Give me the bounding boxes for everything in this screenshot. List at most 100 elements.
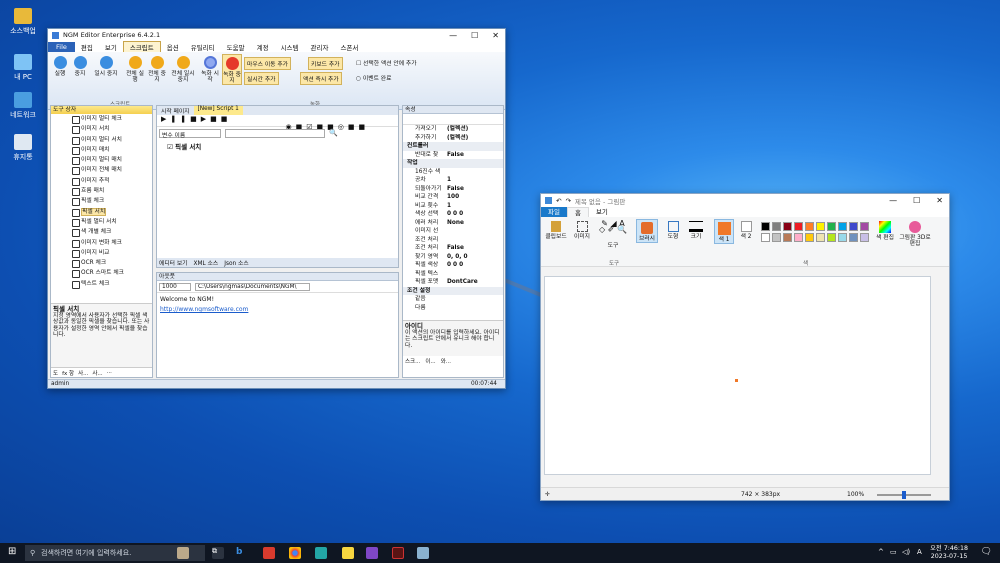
property-category[interactable]: 컨트롤러 xyxy=(403,142,503,151)
ngm-editor-taskbar-icon[interactable] xyxy=(392,547,404,559)
properties-tab[interactable]: 와... xyxy=(441,357,451,365)
task-view-icon[interactable]: ⧉ xyxy=(212,547,224,559)
menu-account[interactable]: 계정 xyxy=(251,42,275,52)
toolbox-tab[interactable]: 사... xyxy=(92,369,102,377)
zoom-slider[interactable] xyxy=(877,491,931,499)
menu-sponsor[interactable]: 스폰서 xyxy=(334,42,364,52)
property-row[interactable]: 픽셀 텍스 xyxy=(403,270,503,279)
tool-item[interactable]: 이미지 변화 체크 xyxy=(51,238,152,248)
tool-item[interactable]: 이미지 멀티 서치 xyxy=(51,135,152,145)
edge-icon[interactable] xyxy=(315,547,327,559)
property-row[interactable]: 되돌아가기 False xyxy=(403,185,503,194)
property-row[interactable]: 에러 처리 None xyxy=(403,219,503,228)
tool-item[interactable]: OCR 스마트 체크 xyxy=(51,268,152,279)
properties-tab[interactable]: 이... xyxy=(425,357,435,365)
tool-item[interactable]: 이미지 추적 xyxy=(51,176,152,187)
add-mouse-move-button[interactable]: 마우스 이동 추가 xyxy=(244,57,292,70)
cortana-icon[interactable] xyxy=(177,547,189,559)
tool-item[interactable]: 이미지 멀티 체크 xyxy=(51,114,152,125)
volume-icon[interactable]: ◁) xyxy=(902,548,910,556)
editor-toolbar[interactable]: ▶❚❚■▶■■ ◉■☑■■◎■■ xyxy=(157,115,398,131)
palette-swatch[interactable] xyxy=(761,222,770,231)
tool-item[interactable]: 흐름 매치 xyxy=(51,186,152,197)
kakaotalk-icon[interactable] xyxy=(342,547,354,559)
tools-group[interactable]: ✎ ◢ A ◇ ✐ 🔍 도구 xyxy=(596,220,630,250)
undo-icon[interactable]: ↶ xyxy=(556,197,561,205)
palette-swatch[interactable] xyxy=(849,222,858,231)
run-all-button[interactable]: 전체 실행 xyxy=(125,56,145,83)
palette-swatch[interactable] xyxy=(827,233,836,242)
menu-help[interactable]: 도움말 xyxy=(221,42,251,52)
close-button[interactable]: ✕ xyxy=(492,31,499,40)
palette-swatch[interactable] xyxy=(783,233,792,242)
shapes-button[interactable]: 도형 xyxy=(664,221,682,240)
output-path-field[interactable]: C:\Users\ngmas\Documents\NGM\ xyxy=(195,282,310,291)
image-button[interactable]: 이미지 xyxy=(571,221,593,240)
property-row[interactable]: 가져오기 (컬렉션) xyxy=(403,125,503,134)
paint-taskbar-icon[interactable] xyxy=(417,547,429,559)
property-row[interactable]: 추가하기 (컬렉션) xyxy=(403,134,503,143)
tab-xml-source[interactable]: XML 소스 xyxy=(194,258,219,267)
property-row[interactable]: 조건 처리 xyxy=(403,236,503,245)
tray-chevron-icon[interactable]: ^ xyxy=(878,548,884,556)
property-row[interactable]: 찾기 영역 0, 0, 0 xyxy=(403,253,503,262)
property-category[interactable]: 작업 xyxy=(403,159,503,168)
palette-swatch[interactable] xyxy=(783,222,792,231)
property-row[interactable]: 반대로 찾 False xyxy=(403,151,503,160)
property-row[interactable]: 픽셀 포맷 DontCare xyxy=(403,278,503,287)
record-stop-button[interactable]: 녹화 중지 xyxy=(222,54,242,85)
property-row[interactable]: 다름 xyxy=(403,304,503,313)
search-icon[interactable]: 🔍 xyxy=(329,129,338,137)
tool-item[interactable]: OCR 체크 xyxy=(51,258,152,269)
stop-all-button[interactable]: 전체 중지 xyxy=(147,56,167,83)
palette-swatch[interactable] xyxy=(860,233,869,242)
palette-swatch[interactable] xyxy=(816,222,825,231)
toolbox-tab[interactable]: 도 xyxy=(53,369,58,377)
windows-start-icon[interactable]: ⊞ xyxy=(8,546,16,557)
palette-swatch[interactable] xyxy=(772,233,781,242)
property-row[interactable]: 이미지 선 xyxy=(403,227,503,236)
menu-admin[interactable]: 관리자 xyxy=(305,42,335,52)
property-row[interactable]: 비교 횟수 1 xyxy=(403,202,503,211)
pause-button[interactable]: 일시 중지 xyxy=(92,56,120,77)
property-row[interactable]: 16진수 색 xyxy=(403,168,503,177)
notification-icon[interactable]: 🗨 xyxy=(981,547,992,557)
palette-swatch[interactable] xyxy=(794,233,803,242)
tool-item[interactable]: 텍스트 체크 xyxy=(51,279,152,290)
variable-input[interactable] xyxy=(225,128,325,138)
palette-swatch[interactable] xyxy=(761,233,770,242)
add-keyboard-button[interactable]: 키보드 추가 xyxy=(308,57,343,70)
menu-view[interactable]: 보기 xyxy=(99,42,123,52)
input-language[interactable]: A xyxy=(917,548,922,556)
property-row[interactable]: 픽셀 색상 0 0 0 xyxy=(403,261,503,270)
palette-swatch[interactable] xyxy=(838,233,847,242)
palette-swatch[interactable] xyxy=(816,233,825,242)
toolbox-tab[interactable]: fx 항 xyxy=(62,369,74,377)
tray-clock[interactable]: 오전 7:46:18 2023-07-15 xyxy=(930,545,968,561)
paint3d-button[interactable]: 그림판 3D로 편집 xyxy=(899,221,931,247)
palette-swatch[interactable] xyxy=(772,222,781,231)
tool-item[interactable]: 색 개별 체크 xyxy=(51,227,152,238)
zoom-slider-thumb[interactable] xyxy=(902,491,906,499)
property-category[interactable]: 조건 설정 xyxy=(403,286,503,295)
brush-button[interactable]: 브러시 xyxy=(636,219,658,243)
paint-tab-view[interactable]: 보기 xyxy=(589,207,615,217)
menu-system[interactable]: 시스템 xyxy=(275,42,305,52)
tab-json-source[interactable]: Json 소스 xyxy=(224,258,248,267)
maximize-button[interactable]: ☐ xyxy=(471,31,478,40)
minimize-button[interactable]: — xyxy=(449,31,457,40)
bing-icon[interactable]: b xyxy=(236,547,248,559)
tool-item[interactable]: 이미지 서치 xyxy=(51,124,152,135)
add-realtime-button[interactable]: 실시간 추가 xyxy=(244,72,279,85)
clipboard-button[interactable]: 클립보드 xyxy=(543,221,569,240)
redo-icon[interactable]: ↷ xyxy=(565,197,570,205)
palette-swatch[interactable] xyxy=(827,222,836,231)
network-tray-icon[interactable]: ▭ xyxy=(890,548,897,556)
stop-button[interactable]: 중지 xyxy=(72,56,88,77)
record-start-button[interactable]: 녹화 시작 xyxy=(200,56,220,83)
paint-minimize-button[interactable]: — xyxy=(889,196,897,205)
tool-item[interactable]: 픽셀 멀티 서치 xyxy=(51,217,152,228)
tool-item-selected[interactable]: 픽셀 서치 xyxy=(51,207,152,217)
edit-colors-button[interactable]: 색 편집 xyxy=(875,221,895,241)
pause-all-button[interactable]: 전체 일시 중지 xyxy=(169,56,197,83)
